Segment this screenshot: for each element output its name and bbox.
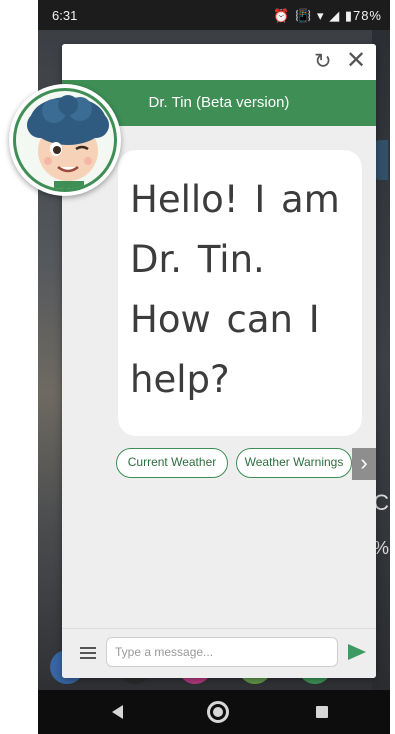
status-time: 6:31 xyxy=(52,8,78,23)
message-input-bar xyxy=(62,628,376,678)
dr-tin-avatar xyxy=(9,84,121,196)
wifi-icon: ▾ xyxy=(317,8,325,23)
quick-reply-weather-warnings[interactable]: Weather Warnings xyxy=(236,448,352,478)
status-bar: 6:31 ⏰ 📳 ▾ ◢ ▮78% xyxy=(38,0,390,30)
signal-icon: ◢ xyxy=(329,8,341,23)
status-icons: ⏰ 📳 ▾ ◢ ▮78% xyxy=(273,8,382,24)
quick-reply-current-weather[interactable]: Current Weather xyxy=(116,448,228,478)
battery-icon: ▮ xyxy=(344,8,353,23)
recents-icon[interactable] xyxy=(316,706,328,718)
avatar-frame xyxy=(13,88,117,192)
quick-replies: Current Weather Weather Warnings xyxy=(116,448,376,478)
send-icon[interactable] xyxy=(348,644,366,660)
chat-toolbar: ↻ ✕ xyxy=(62,44,376,80)
vibrate-icon: 📳 xyxy=(295,8,313,23)
bot-message-text: Hello! I am Dr. Tin. How can I help? xyxy=(130,178,340,401)
refresh-icon[interactable]: ↻ xyxy=(314,51,332,72)
alarm-icon: ⏰ xyxy=(273,8,291,23)
battery-level: 78% xyxy=(352,8,382,23)
message-input[interactable] xyxy=(106,637,338,667)
back-icon[interactable] xyxy=(112,705,123,719)
navigation-bar xyxy=(38,690,390,734)
home-icon[interactable] xyxy=(207,701,229,723)
menu-icon[interactable] xyxy=(80,647,96,659)
bot-message-bubble: Hello! I am Dr. Tin. How can I help? xyxy=(118,150,362,436)
close-icon[interactable]: ✕ xyxy=(346,49,366,73)
cartoon-boy-icon xyxy=(27,95,109,189)
chevron-right-icon[interactable]: › xyxy=(352,448,376,480)
